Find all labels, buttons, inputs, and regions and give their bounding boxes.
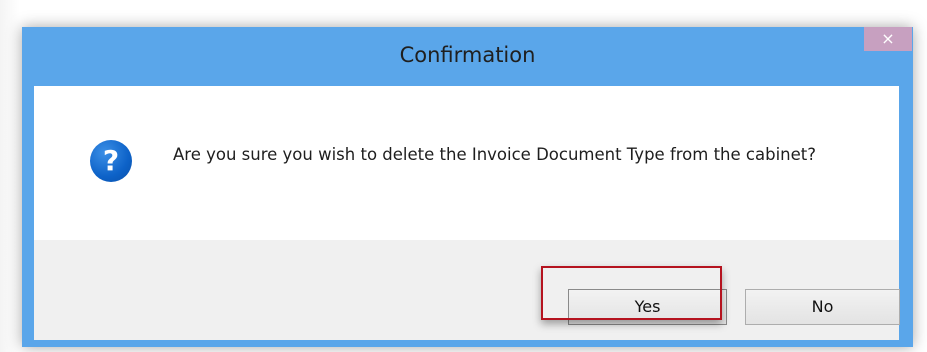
dialog-title: Confirmation [399, 43, 536, 67]
confirmation-dialog: Confirmation × ? Are you sure you wish t… [22, 27, 913, 347]
no-button[interactable]: No [745, 289, 900, 325]
screenshot-canvas: Confirmation × ? Are you sure you wish t… [0, 0, 927, 352]
close-icon: × [881, 29, 895, 48]
close-button[interactable]: × [864, 27, 912, 51]
dialog-body: ? Are you sure you wish to delete the In… [34, 86, 900, 340]
confirmation-message: Are you sure you wish to delete the Invo… [173, 145, 816, 164]
question-icon: ? [90, 140, 132, 182]
button-bar: Yes No [34, 240, 900, 340]
title-bar[interactable]: Confirmation × [22, 27, 913, 86]
message-area: ? Are you sure you wish to delete the In… [34, 86, 899, 240]
yes-button-highlight [541, 266, 722, 320]
